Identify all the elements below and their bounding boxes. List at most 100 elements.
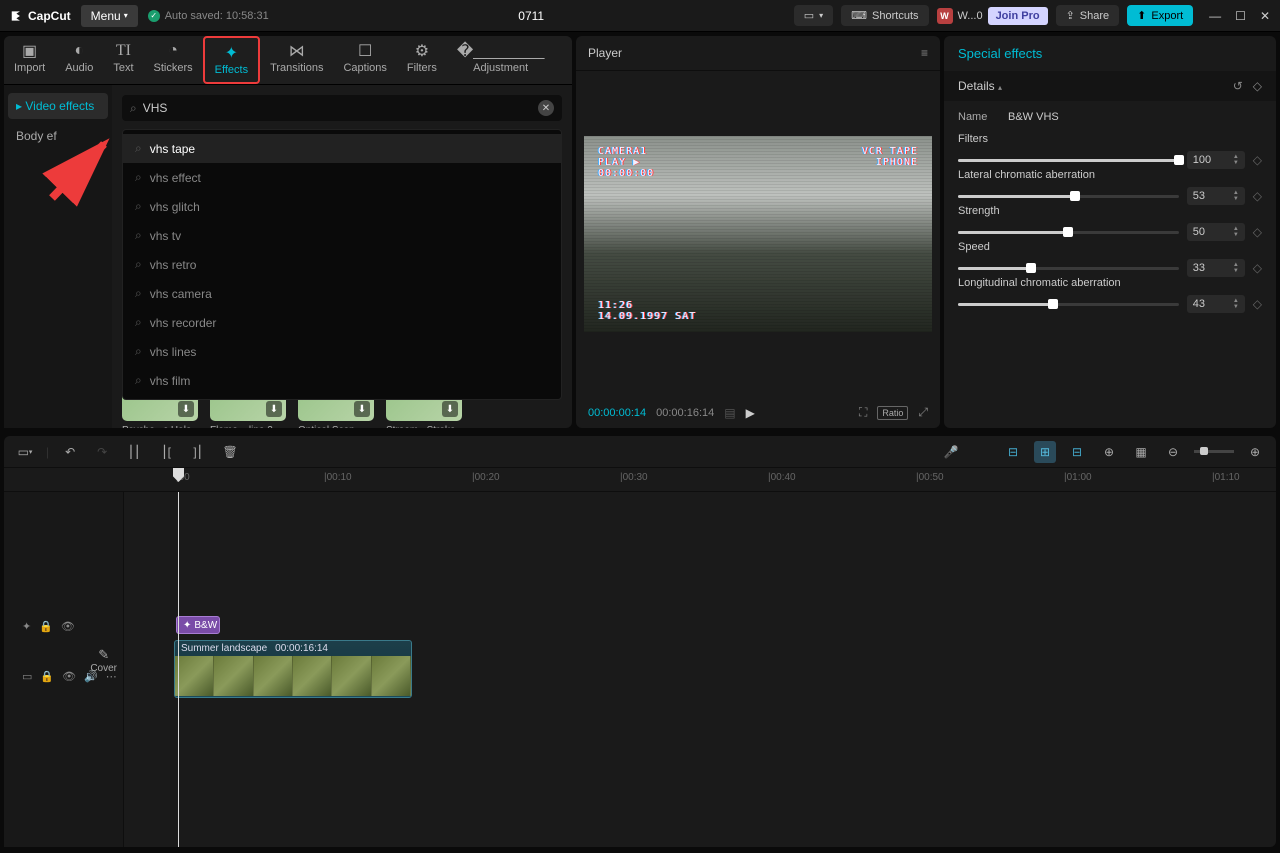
sidebar-item-video-effects[interactable]: ▸ Video effects (8, 93, 108, 119)
slider-value-input[interactable]: 100▲▼ (1187, 151, 1245, 169)
video-track-controls[interactable]: ▭ 🔒 👁 🔊 ⋯ (22, 670, 117, 683)
slider-0[interactable] (958, 159, 1179, 162)
effect-track-controls[interactable]: ✦ 🔒 👁 (22, 620, 75, 633)
project-title[interactable]: 0711 (279, 9, 784, 23)
visibility-icon[interactable]: 👁 (62, 670, 76, 683)
join-pro-button[interactable]: Join Pro (988, 7, 1048, 25)
ratio-button[interactable]: Ratio (877, 406, 908, 420)
magnet-tool-2[interactable]: ⊞ (1034, 441, 1056, 463)
sidebar-item-body-effects[interactable]: Body ef (8, 123, 108, 149)
slider-value-input[interactable]: 53▲▼ (1187, 187, 1245, 205)
suggestion-item[interactable]: ⌕vhs tv (123, 221, 561, 250)
reset-icon[interactable]: ↺ (1233, 79, 1243, 93)
keyframe-icon[interactable]: ◇ (1253, 153, 1262, 167)
slider-4[interactable] (958, 303, 1179, 306)
suggestion-item[interactable]: ⌕vhs camera (123, 279, 561, 308)
suggestion-item[interactable]: ⌕vhs retro (123, 250, 561, 279)
magnet-tool-3[interactable]: ⊟ (1066, 441, 1088, 463)
timeline-tracks[interactable]: ✦B&W Summer landscape 00:00:16:14 (124, 492, 1276, 847)
tab-import[interactable]: ▣Import (4, 36, 55, 84)
slider-1[interactable] (958, 195, 1179, 198)
zoom-out-button[interactable]: ⊖ (1162, 441, 1184, 463)
clear-search-button[interactable]: ✕ (538, 100, 554, 116)
scale-icon[interactable]: ⛶ (859, 405, 867, 420)
suggestion-item[interactable]: ⌕vhs effect (123, 163, 561, 192)
slider-value-input[interactable]: 50▲▼ (1187, 223, 1245, 241)
export-button[interactable]: ⬆Export (1127, 5, 1193, 26)
video-preview[interactable]: CAMERA1 PLAY ▶ 00:00:00 VCR TAPE IPHONE … (584, 136, 932, 332)
mic-icon[interactable]: 🎤 (940, 441, 962, 463)
zoom-in-button[interactable]: ⊕ (1244, 441, 1266, 463)
search-input[interactable] (143, 101, 532, 115)
split-tool[interactable]: ⎮⎮ (123, 441, 145, 463)
suggestion-item[interactable]: ⌕vhs film (123, 366, 561, 395)
share-button[interactable]: ⇪Share (1056, 5, 1120, 26)
suggestion-item[interactable]: ⌕vhs tape (123, 134, 561, 163)
keyframe-icon[interactable]: ◇ (1253, 297, 1262, 311)
zoom-slider[interactable] (1194, 450, 1234, 453)
more-icon[interactable]: ⋯ (106, 670, 117, 683)
vhs-overlay-topright: VCR TAPE IPHONE (862, 146, 918, 168)
keyframe-icon[interactable]: ◇ (1253, 189, 1262, 203)
fullscreen-icon[interactable]: ⤢ (918, 405, 928, 420)
mute-icon[interactable]: 🔊 (84, 670, 98, 683)
tab-effects[interactable]: ✦Effects (203, 36, 260, 84)
aspect-button[interactable]: ▭▾ (794, 5, 833, 26)
download-icon[interactable]: ⬇ (442, 401, 458, 417)
user-avatar[interactable]: W (937, 8, 953, 24)
details-tab[interactable]: Details ▴ (958, 79, 1002, 93)
suggestion-item[interactable]: ⌕vhs recorder (123, 308, 561, 337)
maximize-icon[interactable]: ☐ (1235, 9, 1246, 23)
minimize-icon[interactable]: — (1209, 9, 1221, 23)
lock-icon[interactable]: 🔒 (39, 620, 53, 633)
tab-captions[interactable]: ☐Captions (333, 36, 396, 84)
split-right-tool[interactable]: ]⎮ (187, 441, 209, 463)
clip-name: Summer landscape (181, 643, 267, 654)
video-clip[interactable]: Summer landscape 00:00:16:14 (174, 640, 412, 698)
download-icon[interactable]: ⬇ (178, 401, 194, 417)
play-button[interactable]: ▶ (746, 406, 755, 420)
shortcuts-button[interactable]: ⌨Shortcuts (841, 5, 928, 26)
tab-adjustment[interactable]: �________Adjustment (447, 36, 555, 84)
split-left-tool[interactable]: ⎮[ (155, 441, 177, 463)
undo-button[interactable]: ↶ (59, 441, 81, 463)
slider-2[interactable] (958, 231, 1179, 234)
tab-filters[interactable]: ⚙Filters (397, 36, 447, 84)
keyframe-icon[interactable]: ◇ (1253, 261, 1262, 275)
tab-audio[interactable]: ◐Audio (55, 36, 103, 84)
slider-value-input[interactable]: 43▲▼ (1187, 295, 1245, 313)
vhs-overlay-bottom: 11:26 14.09.1997 SAT (598, 300, 696, 322)
effects-search[interactable]: ⌕ ✕ (122, 95, 562, 121)
tab-stickers[interactable]: ◔Stickers (144, 36, 203, 84)
suggestion-item[interactable]: ⌕vhs glitch (123, 192, 561, 221)
suggestion-item[interactable]: ⌕vhs lines (123, 337, 561, 366)
playhead[interactable] (178, 492, 179, 847)
search-icon: ⌕ (135, 344, 142, 359)
download-icon[interactable]: ⬇ (354, 401, 370, 417)
preview-tool[interactable]: ▦ (1130, 441, 1152, 463)
player-menu-icon[interactable]: ≡ (921, 46, 928, 60)
menu-button[interactable]: Menu▾ (81, 5, 138, 27)
slider-value-input[interactable]: 33▲▼ (1187, 259, 1245, 277)
keyframe-icon[interactable]: ◇ (1253, 225, 1262, 239)
magnet-tool-1[interactable]: ⊟ (1002, 441, 1024, 463)
tab-transitions[interactable]: ⋈Transitions (260, 36, 333, 84)
autosave-status: ✓ Auto saved: 10:58:31 (148, 10, 269, 22)
adjustment-icon: �________ (457, 42, 545, 60)
delete-button[interactable]: 🗑 (219, 441, 241, 463)
link-tool[interactable]: ⊕ (1098, 441, 1120, 463)
frame-list-icon[interactable]: ▤ (724, 406, 735, 420)
export-icon: ⬆ (1137, 9, 1146, 22)
lock-icon[interactable]: 🔒 (40, 670, 54, 683)
select-tool[interactable]: ▭▾ (14, 441, 36, 463)
timeline-ruler[interactable]: |00 |00:10 |00:20 |00:30 |00:40 |00:50 |… (4, 468, 1276, 492)
download-icon[interactable]: ⬇ (266, 401, 282, 417)
vhs-overlay-topleft: CAMERA1 PLAY ▶ 00:00:00 (598, 146, 654, 179)
redo-button[interactable]: ↷ (91, 441, 113, 463)
slider-3[interactable] (958, 267, 1179, 270)
visibility-icon[interactable]: 👁 (61, 620, 75, 633)
keyframe-diamond-icon[interactable]: ◇ (1253, 79, 1262, 93)
tab-text[interactable]: TIText (103, 36, 143, 84)
effect-clip[interactable]: ✦B&W (176, 616, 220, 634)
close-icon[interactable]: ✕ (1260, 9, 1270, 23)
